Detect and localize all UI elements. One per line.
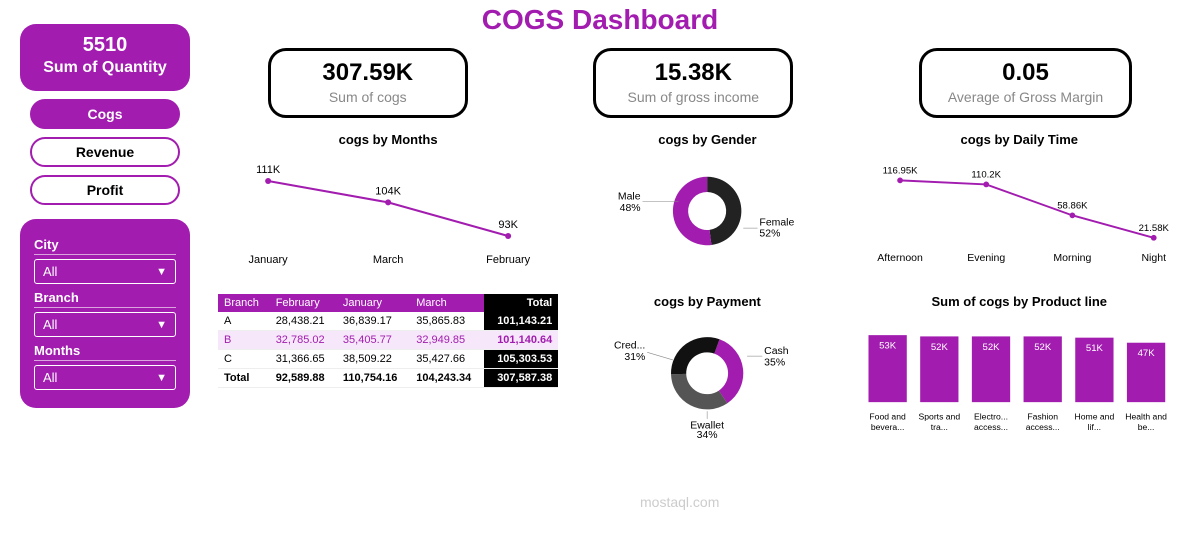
svg-text:Male: Male [618,192,641,203]
svg-text:52K: 52K [982,342,1000,353]
svg-text:Food and: Food and [869,411,906,421]
kpi-row: 307.59K Sum of cogs 15.38K Sum of gross in… [210,48,1190,118]
kpi-gross-margin: 0.05 Average of Gross Margin [919,48,1132,118]
table-row[interactable]: B32,785.0235,405.7732,949.85101,140.64 [218,331,558,350]
svg-text:bevera...: bevera... [870,422,904,432]
svg-text:104K: 104K [375,185,401,197]
chart-row-1: cogs by Months 111K 104K 93K January March Fe… [210,128,1190,280]
svg-text:35%: 35% [764,358,785,369]
table-row[interactable]: A28,438.2136,839.1735,865.83101,143.21 [218,312,558,331]
slicer-months[interactable]: All ▼ [34,365,176,390]
svg-text:48%: 48% [620,203,641,214]
chart-title: Sum of cogs by Product line [857,294,1182,309]
kpi-value: 0.05 [948,59,1103,87]
chart-dailytime[interactable]: cogs by Daily Time 116.95K 110.2K 58.86K 21… [849,128,1190,280]
slicer-branch-label: Branch [34,290,176,308]
svg-text:47K: 47K [1137,348,1155,359]
svg-text:Sports and: Sports and [918,411,960,421]
slicer-city[interactable]: All ▼ [34,259,176,284]
svg-text:Home and: Home and [1074,411,1114,421]
chevron-down-icon: ▼ [156,372,167,384]
svg-text:January: January [249,254,289,266]
slicer-branch[interactable]: All ▼ [34,312,176,337]
chart-payment[interactable]: cogs by Payment Cash35%Ewallet34%Cred...… [566,290,848,462]
kpi-gross-income: 15.38K Sum of gross income [593,48,793,118]
svg-text:lif...: lif... [1087,422,1100,432]
svg-text:Afternoon: Afternoon [877,252,923,264]
svg-text:Health and: Health and [1125,411,1167,421]
svg-text:Morning: Morning [1053,252,1091,264]
svg-text:53K: 53K [879,341,897,352]
table-row[interactable]: Total92,589.88110,754.16104,243.34307,58… [218,369,558,388]
kpi-cogs: 307.59K Sum of cogs [268,48,468,118]
chart-title: cogs by Months [218,132,558,147]
slicer-panel: City All ▼ Branch All ▼ Months All ▼ [20,219,190,408]
nav-cogs[interactable]: Cogs [30,99,180,129]
chevron-down-icon: ▼ [156,319,167,331]
chart-title: cogs by Daily Time [857,132,1182,147]
svg-text:110.2K: 110.2K [971,170,1001,181]
kpi-label: Sum of cogs [297,89,439,105]
svg-text:Night: Night [1141,252,1166,264]
slicer-months-value: All [43,370,57,385]
svg-text:116.95K: 116.95K [882,166,918,177]
chart-title: cogs by Payment [574,294,840,309]
kpi-label: Sum of gross income [622,89,764,105]
chart-gender[interactable]: cogs by Gender Male48% Female52% [566,128,848,280]
kpi-label: Average of Gross Margin [948,89,1103,105]
main-area: 307.59K Sum of cogs 15.38K Sum of gross in… [210,48,1190,462]
chart-row-2: BranchFebruaryJanuaryMarchTotalA28,438.2… [210,290,1190,462]
svg-text:52K: 52K [930,342,948,353]
svg-text:access...: access... [974,422,1008,432]
svg-text:Evening: Evening [967,252,1005,264]
watermark: mostaql.com [640,494,719,510]
svg-text:tra...: tra... [930,422,947,432]
svg-text:be...: be... [1137,422,1154,432]
slicer-city-value: All [43,264,57,279]
slicer-branch-value: All [43,317,57,332]
chart-title: cogs by Gender [574,132,840,147]
branch-matrix[interactable]: BranchFebruaryJanuaryMarchTotalA28,438.2… [210,290,566,462]
slicer-city-label: City [34,237,176,255]
svg-text:52%: 52% [760,229,781,240]
svg-text:21.58K: 21.58K [1138,223,1169,234]
svg-text:111K: 111K [256,164,281,176]
chart-months[interactable]: cogs by Months 111K 104K 93K January March Fe… [210,128,566,280]
svg-text:93K: 93K [498,219,518,231]
quantity-value: 5510 [28,34,182,57]
svg-text:access...: access... [1025,422,1059,432]
nav-revenue[interactable]: Revenue [30,137,180,167]
quantity-card: 5510 Sum of Quantity [20,24,190,91]
svg-text:Cash: Cash [764,346,789,357]
svg-text:March: March [373,254,404,266]
quantity-label: Sum of Quantity [28,59,182,77]
kpi-value: 307.59K [297,59,439,87]
svg-text:31%: 31% [625,352,646,363]
sidebar: 5510 Sum of Quantity Cogs Revenue Profit… [20,24,190,408]
chevron-down-icon: ▼ [156,266,167,278]
svg-text:58.86K: 58.86K [1057,201,1088,212]
slicer-months-label: Months [34,343,176,361]
svg-text:34%: 34% [697,430,718,441]
svg-text:51K: 51K [1085,343,1103,354]
svg-text:February: February [486,254,531,266]
svg-text:Cred...: Cred... [614,341,645,352]
kpi-value: 15.38K [622,59,764,87]
svg-text:Female: Female [760,217,795,228]
chart-product-line[interactable]: Sum of cogs by Product line 53KFood andb… [849,290,1190,462]
svg-text:52K: 52K [1034,342,1052,353]
svg-text:Electro...: Electro... [974,411,1008,421]
nav-profit[interactable]: Profit [30,175,180,205]
svg-text:Fashion: Fashion [1027,411,1058,421]
table-row[interactable]: C31,366.6538,509.2235,427.66105,303.53 [218,350,558,369]
